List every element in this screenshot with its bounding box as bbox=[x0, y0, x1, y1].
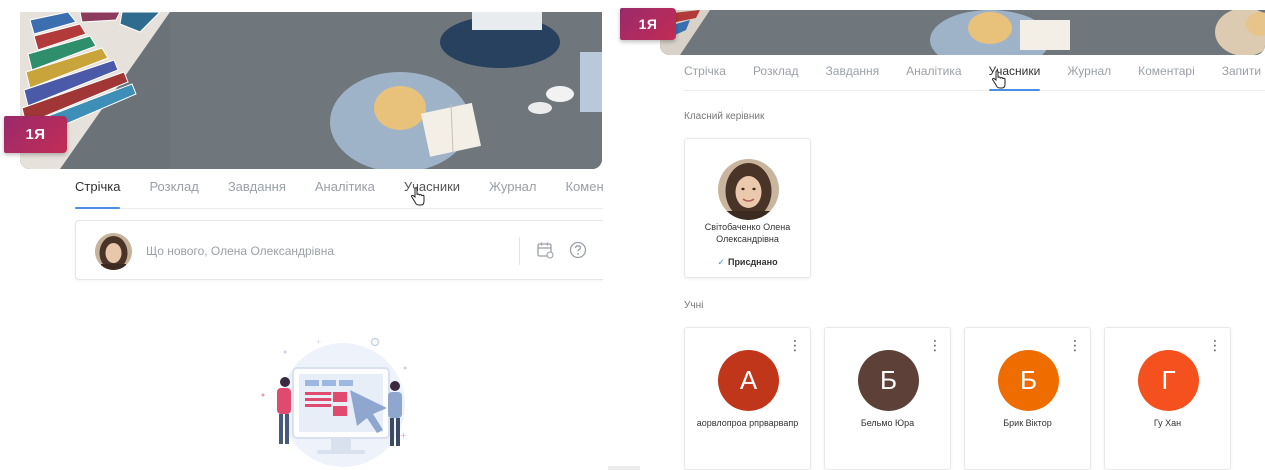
empty-feed-illustration: + + bbox=[261, 337, 407, 467]
tab-analytics[interactable]: Аналітика bbox=[315, 179, 375, 208]
teacher-card[interactable]: Світобаченко Олена Олександрівна ✓ Присдн… bbox=[684, 138, 811, 278]
left-panel-feed: 1Я Стрічка Розклад Завдання Аналітика Уч… bbox=[0, 0, 603, 470]
check-icon: ✓ bbox=[717, 257, 725, 267]
student-avatar: А bbox=[718, 350, 779, 411]
student-avatar: Г bbox=[1138, 350, 1199, 411]
calendar-icon[interactable] bbox=[536, 241, 554, 259]
class-cover-image bbox=[20, 12, 602, 169]
tab-schedule[interactable]: Розклад bbox=[753, 64, 799, 90]
composer-placeholder[interactable]: Що нового, Олена Олександрівна bbox=[146, 244, 334, 258]
student-card[interactable]: ⋮ Б Бельмо Юра bbox=[824, 327, 951, 470]
help-icon[interactable] bbox=[569, 241, 587, 259]
hand-cursor-icon bbox=[991, 70, 1006, 89]
student-name: Гу Хан bbox=[1153, 418, 1182, 428]
composer-divider bbox=[519, 237, 520, 265]
class-cover-image bbox=[660, 10, 1265, 55]
tab-requests[interactable]: Запити bbox=[1222, 64, 1261, 90]
tab-feed[interactable]: Стрічка bbox=[684, 64, 726, 90]
tab-analytics[interactable]: Аналітика bbox=[906, 64, 961, 90]
student-name: аорвлопроа рпрварвапр bbox=[696, 418, 799, 428]
svg-text:+: + bbox=[315, 337, 322, 346]
students-section-label: Учні bbox=[684, 300, 704, 311]
student-name: Брик Віктор bbox=[1003, 418, 1052, 428]
teacher-status-label: Присднано bbox=[727, 257, 778, 267]
teacher-avatar bbox=[718, 159, 779, 220]
student-avatar: Б bbox=[858, 350, 919, 411]
class-badge: 1Я bbox=[620, 8, 676, 40]
tab-comments[interactable]: Коментарі bbox=[565, 179, 603, 208]
teacher-status: ✓ Присднано bbox=[685, 257, 810, 268]
student-name: Бельмо Юра bbox=[860, 418, 915, 428]
teacher-name: Світобаченко Олена Олександрівна bbox=[704, 222, 791, 244]
student-card[interactable]: ⋮ Г Гу Хан bbox=[1104, 327, 1231, 470]
post-composer[interactable]: Що нового, Олена Олександрівна bbox=[75, 220, 603, 280]
tab-feed[interactable]: Стрічка bbox=[75, 179, 121, 209]
tab-assignments[interactable]: Завдання bbox=[228, 179, 286, 208]
tab-schedule[interactable]: Розклад bbox=[149, 179, 198, 208]
class-badge: 1Я bbox=[4, 116, 67, 153]
class-tabs: Стрічка Розклад Завдання Аналітика Учасн… bbox=[75, 179, 603, 209]
tab-journal[interactable]: Журнал bbox=[1067, 64, 1111, 90]
student-avatar: Б bbox=[998, 350, 1059, 411]
student-card[interactable]: ⋮ А аорвлопроа рпрварвапр bbox=[684, 327, 811, 470]
tab-comments[interactable]: Коментарі bbox=[1138, 64, 1195, 90]
more-options-icon[interactable]: ⋮ bbox=[788, 338, 802, 352]
more-options-icon[interactable]: ⋮ bbox=[1068, 338, 1082, 352]
hand-cursor-icon bbox=[410, 187, 425, 206]
tab-assignments[interactable]: Завдання bbox=[826, 64, 880, 90]
student-card[interactable]: ⋮ Б Брик Віктор bbox=[964, 327, 1091, 470]
bottom-edge-strip bbox=[608, 466, 640, 470]
class-tabs: Стрічка Розклад Завдання Аналітика Учасн… bbox=[684, 64, 1265, 91]
more-options-icon[interactable]: ⋮ bbox=[928, 338, 942, 352]
more-options-icon[interactable]: ⋮ bbox=[1208, 338, 1222, 352]
svg-text:+: + bbox=[400, 431, 407, 440]
user-avatar bbox=[95, 233, 132, 270]
teacher-section-label: Класний керівник bbox=[684, 111, 765, 122]
right-panel-members: 1Я Стрічка Розклад Завдання Аналітика Уч… bbox=[603, 0, 1265, 470]
tab-journal[interactable]: Журнал bbox=[489, 179, 536, 208]
